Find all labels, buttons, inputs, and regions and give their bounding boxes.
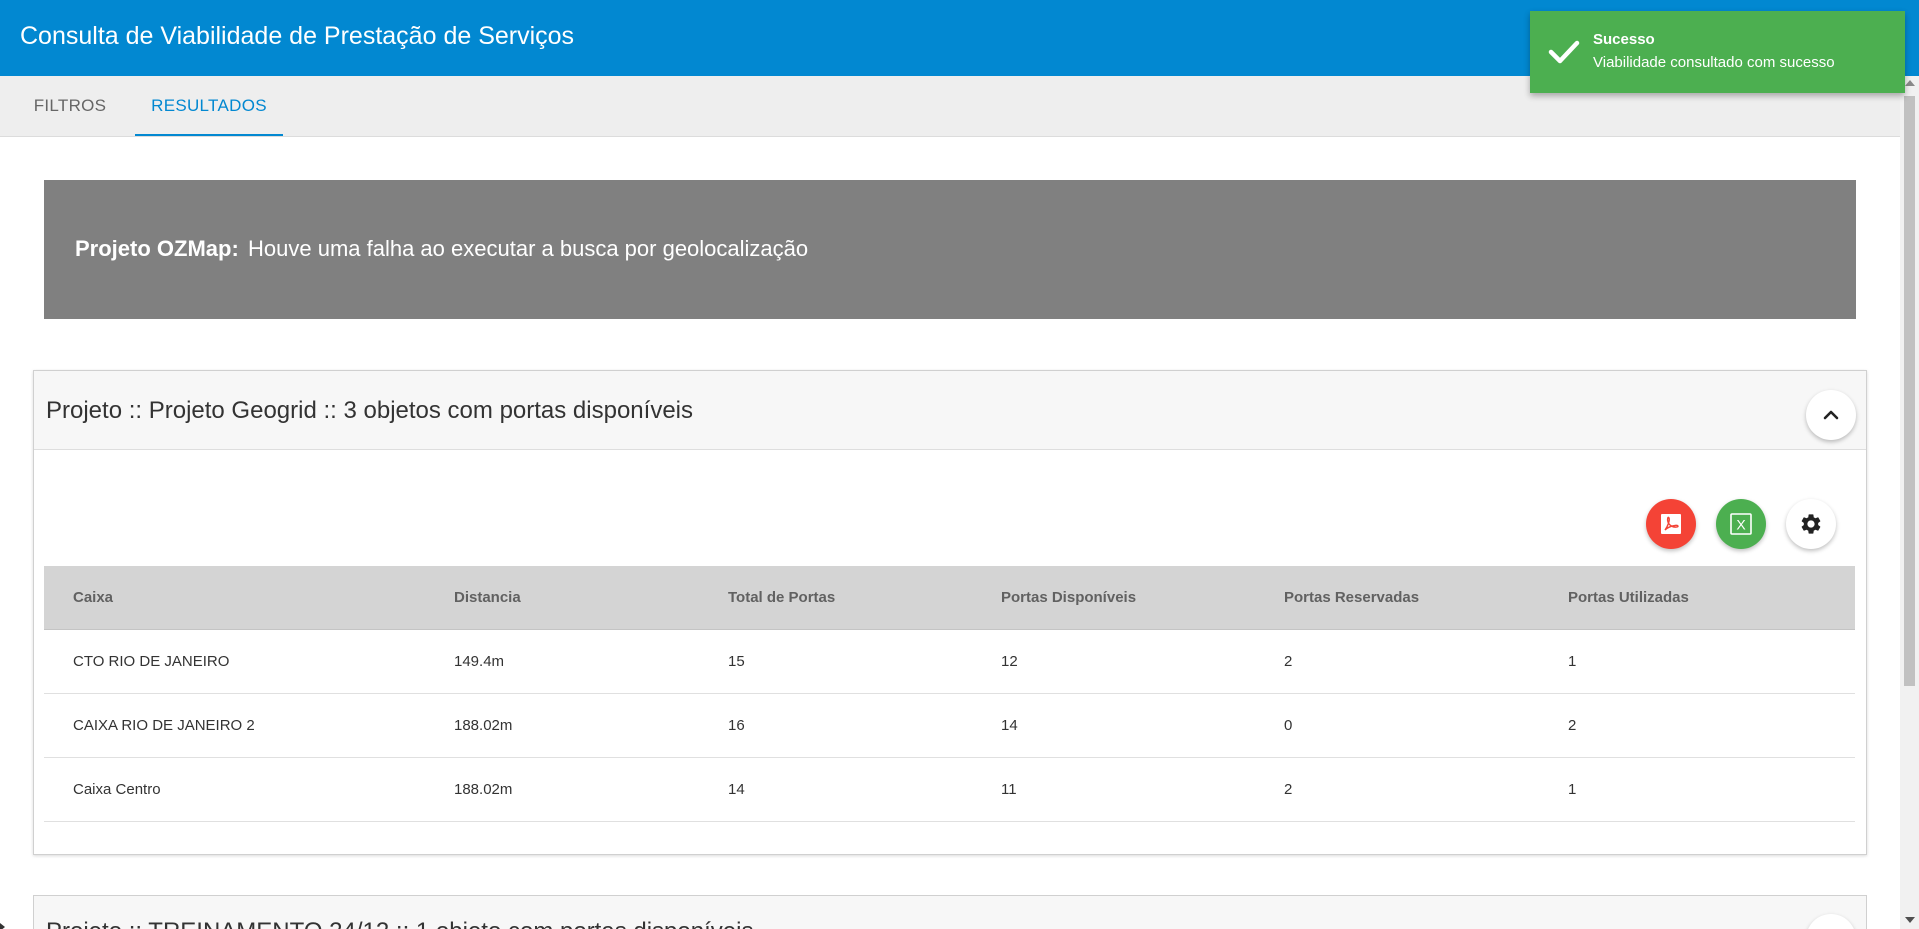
cell-caixa: CTO RIO DE JANEIRO bbox=[73, 653, 230, 670]
gear-icon bbox=[1801, 514, 1821, 534]
results-table: Caixa Distancia Total de Portas Portas D… bbox=[44, 566, 1855, 822]
table-row[interactable]: CAIXA RIO DE JANEIRO 2 188.02m 16 14 0 2 bbox=[44, 694, 1855, 758]
vertical-scrollbar[interactable] bbox=[1900, 76, 1919, 929]
success-toast[interactable]: Sucesso Viabilidade consultado com suces… bbox=[1530, 11, 1905, 93]
collapse-button[interactable] bbox=[1806, 390, 1856, 440]
cell-total-portas: 16 bbox=[728, 717, 745, 734]
cell-portas-disponiveis: 14 bbox=[1001, 717, 1018, 734]
cell-distancia: 188.02m bbox=[454, 781, 513, 798]
excel-icon: X bbox=[1730, 513, 1752, 535]
settings-button[interactable] bbox=[1786, 499, 1836, 549]
header-portas-disponiveis[interactable]: Portas Disponíveis bbox=[1001, 566, 1136, 630]
table-row[interactable]: Caixa Centro 188.02m 14 11 2 1 bbox=[44, 758, 1855, 822]
cell-caixa: CAIXA RIO DE JANEIRO 2 bbox=[73, 717, 255, 734]
cell-portas-utilizadas: 1 bbox=[1568, 781, 1577, 798]
scroll-down-icon[interactable] bbox=[1905, 917, 1915, 923]
cell-portas-reservadas: 2 bbox=[1284, 781, 1293, 798]
ozmap-alert: Projeto OZMap: Houve uma falha ao execut… bbox=[44, 180, 1856, 319]
chevron-up-icon bbox=[1823, 410, 1839, 420]
export-excel-button[interactable]: X bbox=[1716, 499, 1766, 549]
page-title: Consulta de Viabilidade de Prestação de … bbox=[20, 22, 575, 50]
cell-portas-reservadas: 0 bbox=[1284, 717, 1293, 734]
cell-distancia: 149.4m bbox=[454, 653, 505, 670]
cell-distancia: 188.02m bbox=[454, 717, 513, 734]
cell-portas-utilizadas: 1 bbox=[1568, 653, 1577, 670]
cell-portas-disponiveis: 11 bbox=[1001, 781, 1017, 798]
cell-total-portas: 15 bbox=[728, 653, 745, 670]
header-total-portas[interactable]: Total de Portas bbox=[728, 566, 835, 630]
panel-title: Projeto :: TREINAMENTO 24/12 :: 1 objeto… bbox=[46, 918, 753, 929]
cell-caixa: Caixa Centro bbox=[73, 781, 161, 798]
export-pdf-button[interactable] bbox=[1646, 499, 1696, 549]
tab-resultados[interactable]: RESULTADOS bbox=[135, 76, 283, 136]
cell-portas-disponiveis: 12 bbox=[1001, 653, 1018, 670]
collapse-button[interactable] bbox=[1806, 914, 1856, 929]
checkmark-icon bbox=[1548, 40, 1580, 64]
pdf-icon bbox=[1661, 514, 1681, 534]
header-distancia[interactable]: Distancia bbox=[454, 566, 521, 630]
toast-message: Viabilidade consultado com sucesso bbox=[1593, 54, 1835, 71]
table-row[interactable]: CTO RIO DE JANEIRO 149.4m 15 12 2 1 bbox=[44, 630, 1855, 694]
project-panel-geogrid: Projeto :: Projeto Geogrid :: 3 objetos … bbox=[33, 370, 1867, 855]
scroll-up-icon[interactable] bbox=[1905, 80, 1915, 86]
cell-portas-reservadas: 2 bbox=[1284, 653, 1293, 670]
tab-filtros[interactable]: FILTROS bbox=[20, 76, 120, 136]
cell-portas-utilizadas: 2 bbox=[1568, 717, 1577, 734]
panel-title: Projeto :: Projeto Geogrid :: 3 objetos … bbox=[46, 397, 694, 424]
toast-title: Sucesso bbox=[1593, 31, 1655, 48]
svg-text:X: X bbox=[1736, 517, 1746, 533]
cell-total-portas: 14 bbox=[728, 781, 745, 798]
alert-label: Projeto OZMap: bbox=[75, 236, 239, 261]
header-portas-utilizadas[interactable]: Portas Utilizadas bbox=[1568, 566, 1689, 630]
table-header: Caixa Distancia Total de Portas Portas D… bbox=[44, 566, 1855, 630]
alert-message: Houve uma falha ao executar a busca por … bbox=[248, 236, 809, 261]
project-panel-treinamento[interactable]: Projeto :: TREINAMENTO 24/12 :: 1 objeto… bbox=[33, 895, 1867, 929]
header-caixa[interactable]: Caixa bbox=[73, 566, 113, 630]
scroll-left-icon[interactable] bbox=[0, 923, 5, 929]
panel-header[interactable]: Projeto :: Projeto Geogrid :: 3 objetos … bbox=[34, 371, 1866, 450]
scrollbar-thumb[interactable] bbox=[1904, 96, 1915, 686]
header-portas-reservadas[interactable]: Portas Reservadas bbox=[1284, 566, 1419, 630]
